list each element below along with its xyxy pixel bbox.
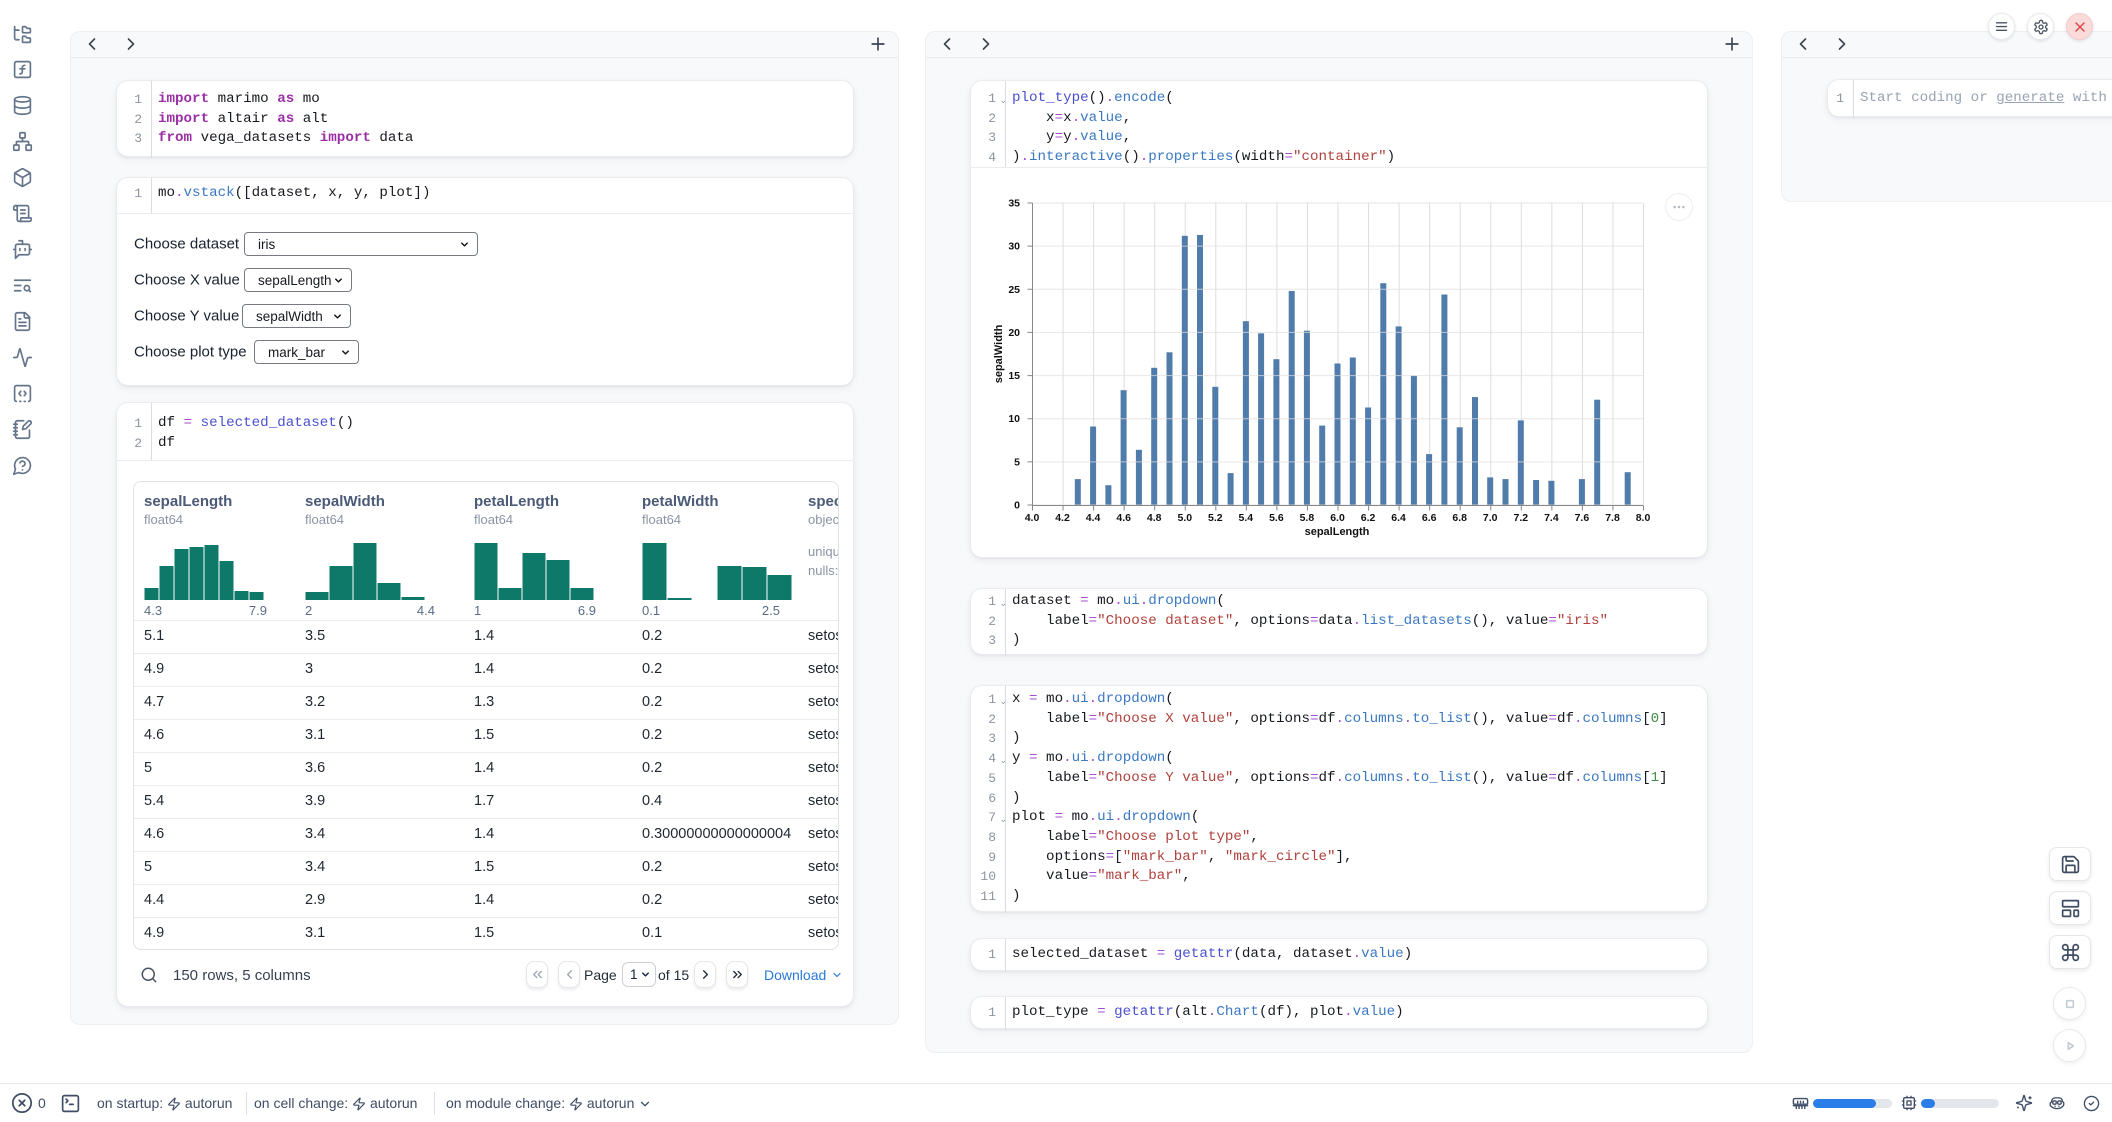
svg-text:7.2: 7.2 (1513, 512, 1528, 524)
svg-text:5.2: 5.2 (1208, 512, 1223, 524)
svg-text:10: 10 (1008, 413, 1020, 425)
svg-text:7.4: 7.4 (1544, 512, 1559, 524)
svg-text:25: 25 (1008, 284, 1020, 296)
svg-text:20: 20 (1008, 327, 1020, 339)
svg-text:6.0: 6.0 (1330, 512, 1345, 524)
svg-text:7.0: 7.0 (1483, 512, 1498, 524)
svg-text:5.4: 5.4 (1238, 512, 1253, 524)
svg-text:35: 35 (1008, 198, 1020, 210)
svg-text:5: 5 (1014, 456, 1020, 468)
svg-text:6.8: 6.8 (1452, 512, 1467, 524)
svg-text:4.6: 4.6 (1116, 512, 1131, 524)
svg-text:5.8: 5.8 (1300, 512, 1315, 524)
svg-text:4.8: 4.8 (1147, 512, 1162, 524)
svg-text:30: 30 (1008, 241, 1020, 253)
svg-text:sepalLength: sepalLength (1305, 526, 1370, 538)
svg-text:6.2: 6.2 (1361, 512, 1376, 524)
svg-text:8.0: 8.0 (1636, 512, 1651, 524)
svg-text:5.0: 5.0 (1177, 512, 1192, 524)
svg-text:6.6: 6.6 (1422, 512, 1437, 524)
svg-text:6.4: 6.4 (1391, 512, 1406, 524)
svg-text:7.6: 7.6 (1575, 512, 1590, 524)
svg-text:4.2: 4.2 (1055, 512, 1070, 524)
svg-text:5.6: 5.6 (1269, 512, 1284, 524)
svg-text:0: 0 (1014, 500, 1020, 512)
svg-text:15: 15 (1008, 370, 1020, 382)
svg-text:7.8: 7.8 (1605, 512, 1620, 524)
svg-text:sepalWidth: sepalWidth (993, 324, 1005, 383)
svg-text:4.0: 4.0 (1025, 512, 1040, 524)
svg-text:4.4: 4.4 (1086, 512, 1101, 524)
